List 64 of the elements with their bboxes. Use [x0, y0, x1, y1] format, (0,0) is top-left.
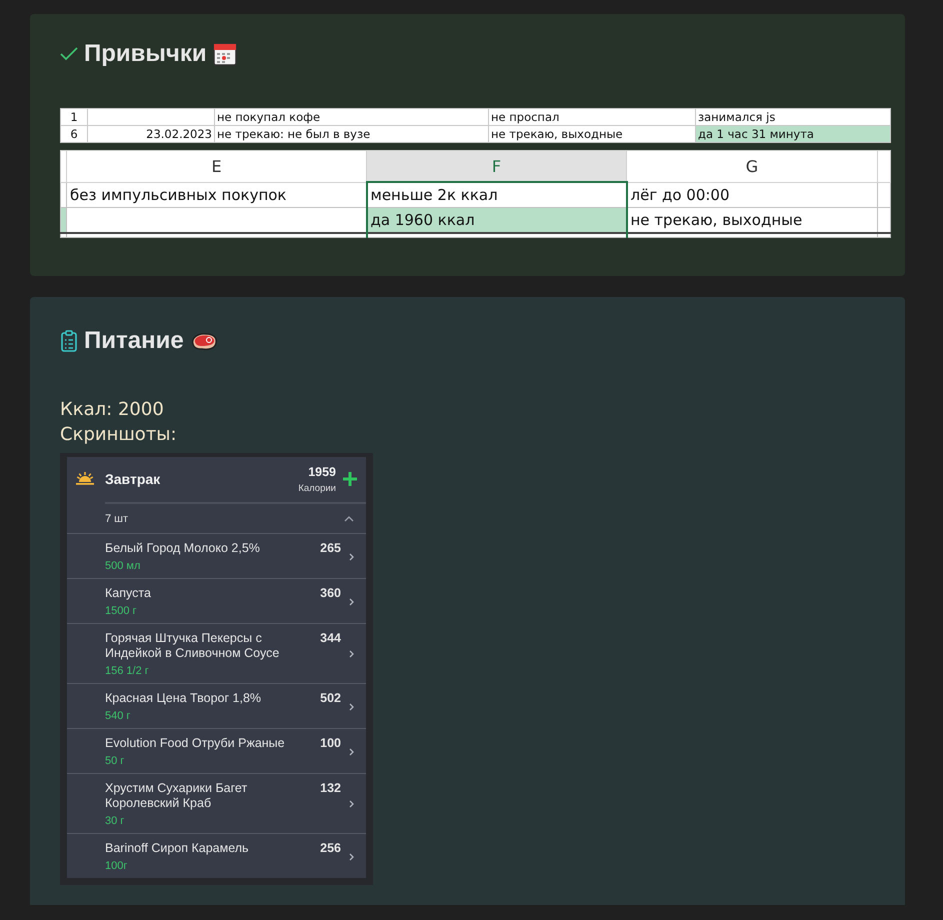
screenshots-label: Скриншоты: — [60, 424, 178, 445]
food-name: Barinoff Сироп Карамель — [105, 841, 250, 856]
calendar-icon — [212, 42, 237, 66]
calorie-label: Калории — [298, 482, 336, 494]
chevron-right-icon — [349, 650, 354, 658]
steak-icon — [190, 330, 218, 352]
food-calories: 100 — [320, 736, 341, 751]
chevron-right-icon — [349, 702, 354, 710]
food-amount: 540 г — [105, 710, 132, 722]
food-row[interactable]: Красная Цена Творог 1,8% 502 540 г — [67, 683, 366, 728]
food-amount: 100г — [105, 860, 128, 872]
column-header[interactable]: F — [366, 150, 626, 182]
food-amount: 50 г — [105, 755, 126, 767]
chevron-right-icon — [349, 800, 354, 808]
section-title: Привычки — [84, 40, 207, 68]
table-cell: занимался js — [696, 108, 890, 126]
column-header[interactable]: E — [66, 150, 366, 182]
food-amount: 1500 г — [105, 605, 138, 617]
food-calories: 344 — [320, 631, 341, 647]
table-cell: не покупал кофе — [214, 108, 488, 126]
table-cell: не трекаю: не был в вузе — [214, 126, 488, 142]
calorie-goal: Ккал: 2000 — [60, 399, 165, 420]
column-header[interactable]: G — [626, 150, 878, 182]
food-name: Evolution Food Отруби Ржаные — [105, 736, 286, 751]
food-row[interactable]: Evolution Food Отруби Ржаные 100 50 г — [67, 728, 366, 773]
chevron-icon[interactable] — [344, 516, 354, 522]
food-calories: 502 — [320, 691, 341, 706]
chevron-right-icon — [349, 598, 354, 606]
table-cell: не трекаю, выходные — [488, 126, 696, 142]
row-number: 1 — [60, 108, 88, 126]
food-calories: 360 — [320, 586, 341, 601]
meal-title: Завтрак — [105, 471, 162, 487]
food-row[interactable]: Капуста 360 1500 г — [67, 578, 366, 623]
chevron-right-icon — [349, 852, 354, 860]
table-cell: лёг до 00:00 — [626, 182, 878, 208]
table-cell: 23.02.2023 — [88, 126, 214, 142]
calorie-total: 1959 — [308, 464, 336, 478]
sunrise-icon — [75, 471, 95, 487]
table-cell: не проспал — [488, 108, 696, 126]
row-number: 6 — [60, 126, 88, 142]
food-amount: 156 1/2 г — [105, 665, 150, 677]
food-calories: 265 — [320, 541, 341, 556]
food-name: Горячая Штучка Пекерсы с Индейкой в Сливочном Соусе — [105, 631, 280, 661]
food-name: Белый Город Молоко 2,5% — [105, 541, 261, 556]
add-icon[interactable] — [342, 471, 358, 487]
section-title: Питание — [84, 327, 184, 355]
food-amount: 500 мл — [105, 560, 142, 572]
chevron-right-icon — [349, 552, 354, 560]
food-name: Красная Цена Творог 1,8% — [105, 691, 262, 706]
food-amount: 30 г — [105, 815, 126, 827]
table-cell: да 1960 ккал — [366, 208, 626, 233]
food-calories: 256 — [320, 841, 341, 856]
food-calories: 132 — [320, 781, 341, 797]
chevron-right-icon — [349, 748, 354, 756]
checkmark-icon — [60, 47, 78, 61]
clipboard-icon — [60, 330, 78, 352]
food-row[interactable]: Горячая Штучка Пекерсы с Индейкой в Сливочном Соусе 344 156 1/2 г — [67, 623, 366, 683]
table-cell: да 1 час 31 минута — [696, 126, 890, 142]
food-row[interactable]: Хрустим Сухарики Багет Королевский Краб 132 30 г — [67, 773, 366, 833]
food-name: Капуста — [105, 586, 152, 601]
food-row[interactable]: Barinoff Сироп Карамель 256 100г — [67, 833, 366, 878]
food-name: Хрустим Сухарики Багет Королевский Краб — [105, 781, 248, 811]
food-row[interactable]: Белый Город Молоко 2,5% 265 500 мл — [67, 533, 366, 578]
item-count: 7 шт — [105, 512, 130, 524]
